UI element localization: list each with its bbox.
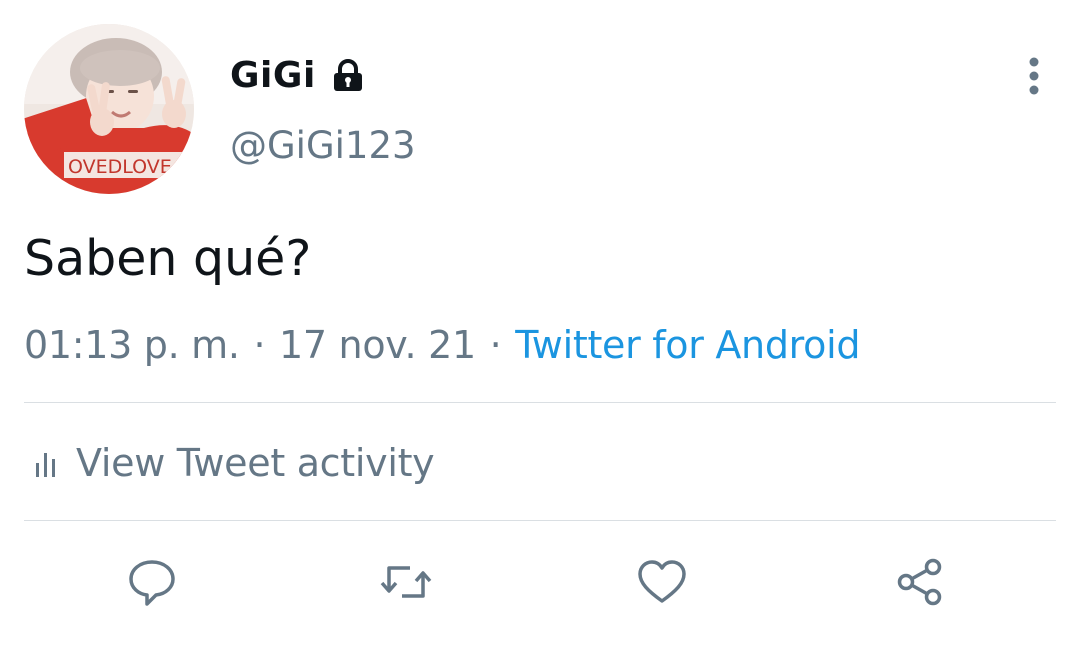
tweet-date: 17 nov. 21	[279, 323, 476, 367]
divider	[24, 402, 1056, 403]
divider	[24, 520, 1056, 521]
view-tweet-activity-label: View Tweet activity	[76, 441, 435, 485]
share-icon	[897, 558, 942, 606]
tweet-time: 01:13 p. m.	[24, 323, 240, 367]
tweet-text: Saben qué?	[24, 230, 312, 287]
more-options-button[interactable]	[1014, 54, 1054, 98]
display-name-text: GiGi	[230, 55, 316, 96]
meta-separator: ·	[489, 323, 502, 367]
more-vertical-icon	[1029, 57, 1039, 95]
lock-icon	[330, 58, 366, 94]
svg-text:OVEDLOVE: OVEDLOVE	[68, 156, 172, 178]
retweet-icon	[380, 566, 432, 598]
reply-button[interactable]	[126, 556, 178, 608]
avatar-image: OVEDLOVE	[24, 24, 194, 194]
tweet-source-link[interactable]: Twitter for Android	[515, 323, 860, 367]
reply-icon	[129, 560, 175, 606]
like-button[interactable]	[636, 556, 688, 608]
display-name[interactable]: GiGi	[230, 54, 366, 98]
username[interactable]: @GiGi123	[230, 123, 416, 169]
bar-chart-icon	[36, 453, 55, 477]
retweet-button[interactable]	[380, 556, 432, 608]
avatar[interactable]: OVEDLOVE	[24, 24, 194, 194]
tweet-meta: 01:13 p. m. · 17 nov. 21 · Twitter for A…	[24, 322, 860, 368]
tweet-detail: OVEDLOVE GiGi @GiGi123 Saben qué? 01:13 …	[0, 0, 1080, 659]
view-tweet-activity-button[interactable]: View Tweet activity	[34, 440, 435, 486]
share-button[interactable]	[894, 556, 946, 608]
meta-separator: ·	[253, 323, 266, 367]
like-icon	[638, 560, 686, 603]
